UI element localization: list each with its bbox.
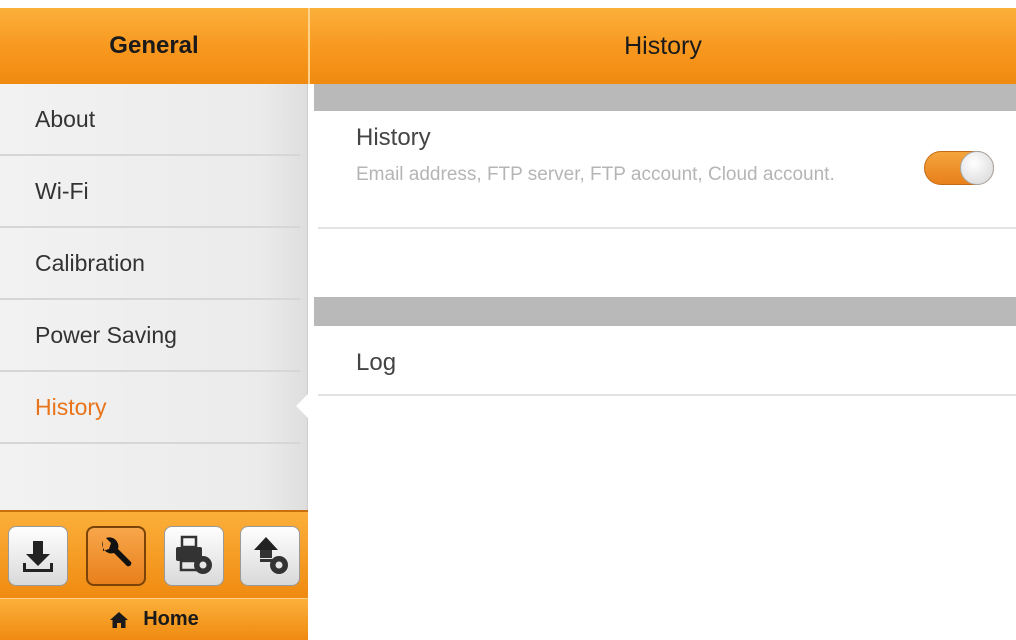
page-title: History [624, 31, 702, 60]
general-title: General [109, 32, 199, 59]
sidebar-item-wifi[interactable]: Wi-Fi [0, 156, 300, 228]
sidebar-item-about[interactable]: About [0, 84, 300, 156]
section-divider-bar [314, 84, 1016, 111]
active-item-indicator [296, 392, 310, 420]
top-strip [0, 0, 1016, 8]
general-header: General [0, 8, 308, 84]
sidebar-item-label: About [35, 105, 96, 132]
sidebar-item-history[interactable]: History [0, 372, 300, 444]
log-title: Log [356, 349, 397, 376]
history-header: History [310, 8, 1016, 84]
sidebar-item-label: Calibration [35, 249, 145, 276]
printer-settings-icon [176, 535, 212, 574]
toggle-knob [960, 151, 994, 185]
history-setting-description: Email address, FTP server, FTP account, … [356, 164, 835, 185]
upload-settings-button[interactable] [240, 526, 300, 586]
row-divider [318, 227, 1016, 229]
settings-button[interactable] [86, 526, 146, 586]
row-divider [318, 394, 1016, 396]
sidebar-item-calibration[interactable]: Calibration [0, 228, 300, 300]
wrench-icon [102, 537, 132, 567]
history-toggle[interactable] [924, 151, 994, 185]
sidebar-item-power-saving[interactable]: Power Saving [0, 300, 300, 372]
download-icon [23, 541, 53, 572]
sidebar: About Wi-Fi Calibration Power Saving His… [0, 84, 308, 510]
sidebar-item-label: History [35, 393, 107, 420]
history-setting-title: History [356, 124, 431, 151]
sidebar-item-label: Wi-Fi [35, 177, 89, 204]
download-button[interactable] [8, 526, 68, 586]
home-label: Home [143, 608, 199, 630]
log-row[interactable] [318, 330, 1016, 394]
printer-settings-button[interactable] [164, 526, 224, 586]
sidebar-item-label: Power Saving [35, 321, 177, 348]
section-divider-bar [314, 297, 1016, 326]
home-button[interactable]: Home [0, 598, 308, 640]
bottom-toolbar [0, 510, 308, 598]
home-icon [110, 611, 129, 628]
upload-settings-icon [254, 537, 288, 574]
